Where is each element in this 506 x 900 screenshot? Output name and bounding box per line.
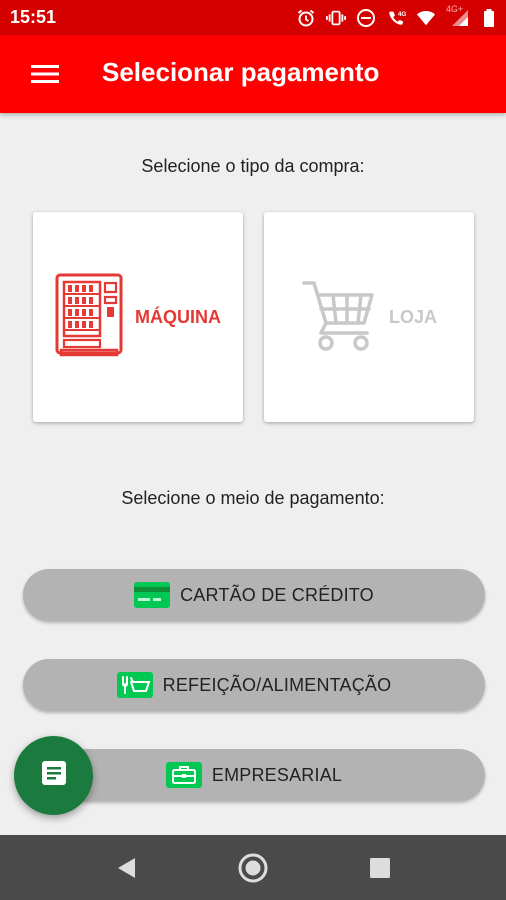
purchase-type-store-card[interactable]: LOJA bbox=[264, 212, 474, 422]
volte-icon: 4G bbox=[386, 8, 406, 28]
wifi-icon bbox=[416, 8, 436, 28]
svg-text:4G: 4G bbox=[398, 11, 406, 18]
business-label: EMPRESARIAL bbox=[211, 764, 343, 785]
signal-icon: 4G+ bbox=[446, 4, 472, 28]
credit-card-button[interactable]: CARTÃO DE CRÉDITO bbox=[23, 569, 485, 621]
home-icon[interactable] bbox=[237, 852, 269, 884]
credit-card-icon bbox=[134, 582, 171, 608]
food-basket-icon bbox=[116, 672, 153, 698]
back-icon[interactable] bbox=[110, 852, 142, 884]
document-icon bbox=[40, 759, 68, 792]
purchase-type-machine-card[interactable]: MÁQUINA bbox=[33, 212, 243, 422]
machine-label: MÁQUINA bbox=[135, 306, 221, 327]
meal-food-button[interactable]: REFEIÇÃO/ALIMENTAÇÃO bbox=[23, 659, 485, 711]
battery-icon bbox=[482, 8, 496, 28]
vibrate-icon bbox=[326, 8, 346, 28]
alarm-icon bbox=[296, 8, 316, 28]
status-icons: 4G 4G+ bbox=[296, 4, 496, 30]
hamburger-menu-icon[interactable] bbox=[26, 59, 64, 89]
page-title: Selecionar pagamento bbox=[102, 57, 380, 87]
status-time: 15:51 bbox=[10, 7, 57, 27]
briefcase-icon bbox=[165, 762, 202, 788]
status-bar: 15:51 4G 4G+ bbox=[0, 0, 506, 35]
payment-method-prompt: Selecione o meio de pagamento: bbox=[121, 488, 385, 508]
app-bar: Selecionar pagamento bbox=[0, 35, 506, 113]
network-label: 4G+ bbox=[446, 4, 464, 14]
purchase-type-prompt: Selecione o tipo da compra: bbox=[141, 156, 365, 176]
document-fab-button[interactable] bbox=[14, 736, 93, 815]
system-nav-bar bbox=[0, 835, 506, 900]
do-not-disturb-icon bbox=[356, 8, 376, 28]
meal-food-label: REFEIÇÃO/ALIMENTAÇÃO bbox=[162, 674, 392, 695]
vending-machine-icon bbox=[55, 273, 123, 362]
credit-card-label: CARTÃO DE CRÉDITO bbox=[180, 584, 374, 605]
store-label: LOJA bbox=[388, 306, 437, 327]
shopping-cart-icon bbox=[301, 278, 377, 357]
recents-icon[interactable] bbox=[364, 852, 396, 884]
